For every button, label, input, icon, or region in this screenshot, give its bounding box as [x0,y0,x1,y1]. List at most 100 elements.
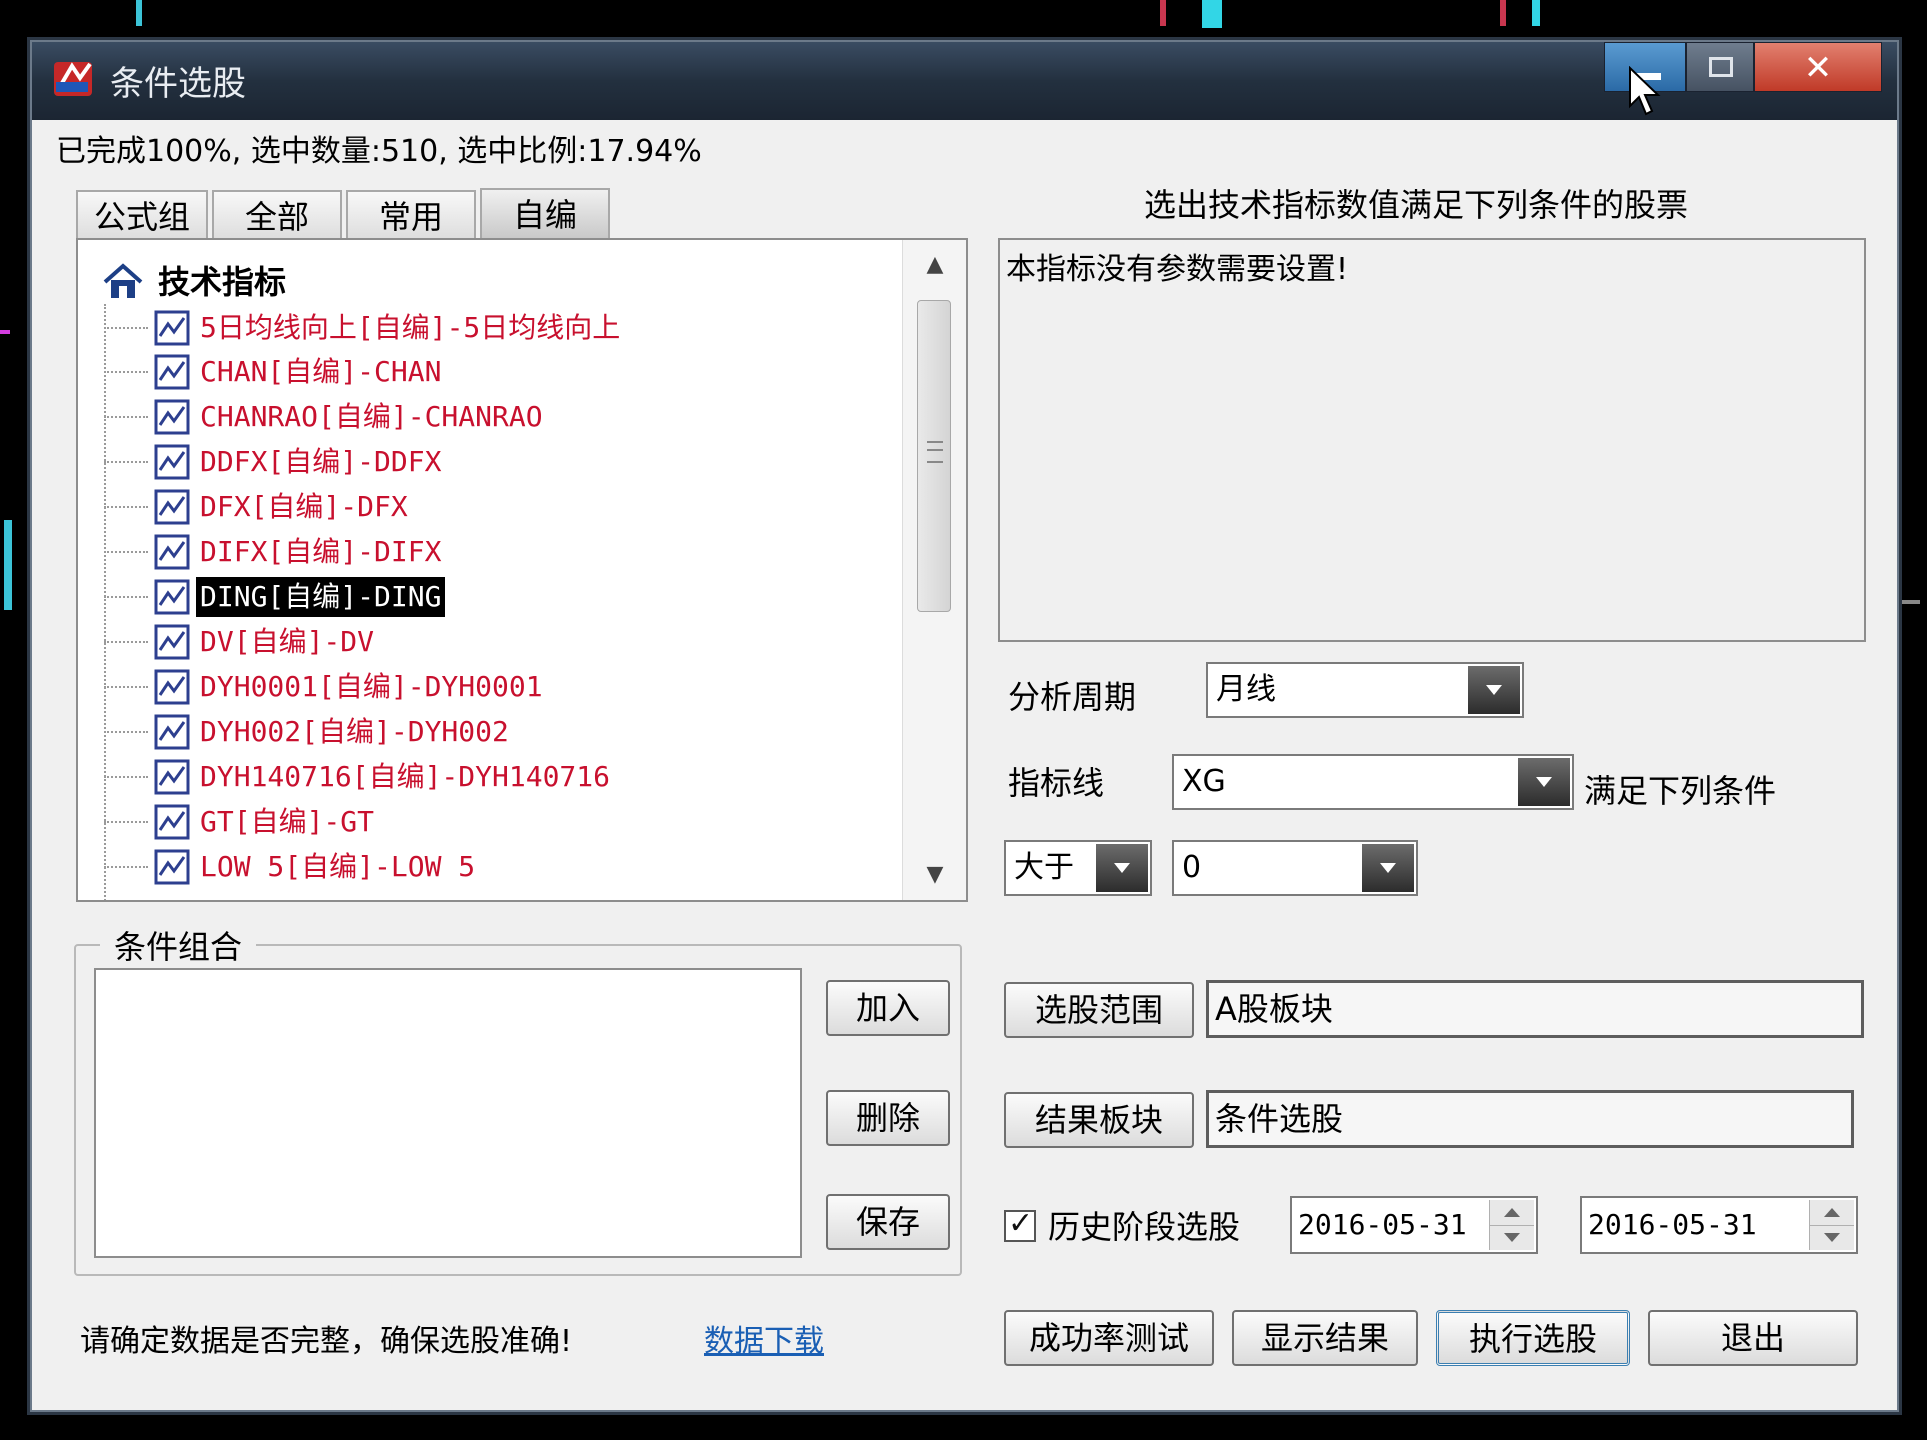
execute-selection-button[interactable]: 执行选股 [1436,1310,1630,1366]
criteria-caption: 选出技术指标数值满足下列条件的股票 [1144,186,1689,224]
bg-chart-strip-2 [1202,0,1222,28]
spin-up-icon[interactable] [1490,1200,1534,1226]
data-download-link[interactable]: 数据下载 [704,1316,824,1360]
indicator-chart-icon [154,489,190,525]
tree-item[interactable]: CHAN[自编]-CHAN [104,350,884,394]
exit-button[interactable]: 退出 [1648,1310,1858,1366]
success-rate-test-button[interactable]: 成功率测试 [1004,1310,1214,1366]
tree-item[interactable]: LOW 5[自编]-LOW 5 [104,845,884,889]
tree-item-label: LOW 5[自编]-LOW 5 [200,850,476,883]
save-condition-button[interactable]: 保存 [826,1194,950,1250]
maximize-button[interactable] [1686,42,1754,92]
title-bar[interactable]: 条件选股 ✕ [32,42,1897,120]
stock-range-field[interactable]: A股板块 [1206,980,1864,1038]
indicator-chart-icon [154,849,190,885]
result-block-field[interactable]: 条件选股 [1206,1090,1854,1148]
data-integrity-note: 请确定数据是否完整，确保选股准确! [80,1324,573,1359]
tree-item[interactable]: DIFX[自编]-DIFX [104,530,884,574]
indicator-chart-icon [154,624,190,660]
chevron-down-icon[interactable] [1096,844,1148,892]
tree-item-label: DDFX[自编]-DDFX [200,445,442,478]
date-to-picker[interactable]: 2016-05-31 [1580,1196,1858,1254]
parameter-area[interactable]: 本指标没有参数需要设置! [998,238,1866,642]
tree-root-label: 技术指标 [158,263,287,301]
history-selection-checkbox[interactable]: ✓ [1004,1206,1036,1242]
tree-item[interactable]: DYH002[自编]-DYH002 [104,710,884,754]
result-block-value: 条件选股 [1215,1100,1344,1138]
indicator-chart-icon [154,804,190,840]
indicator-chart-icon [154,444,190,480]
mouse-cursor-icon [1629,66,1661,116]
tree-item[interactable]: DDFX[自编]-DDFX [104,440,884,484]
tab-all[interactable]: 全部 [212,190,342,238]
tree-item[interactable]: DV[自编]-DV [104,620,884,664]
threshold-select[interactable]: 0 [1172,840,1418,896]
tree-item[interactable]: 5日均线向上[自编]-5日均线向上 [104,306,884,350]
checkmark-icon: ✓ [1008,1206,1034,1241]
delete-condition-button[interactable]: 删除 [826,1090,950,1146]
bg-chart-strip-3 [1160,0,1166,26]
tree-item[interactable]: DYH140716[自编]-DYH140716 [104,755,884,799]
tree-item[interactable]: DFX[自编]-DFX [104,485,884,529]
bg-chart-strip-8 [1900,600,1920,604]
operator-select[interactable]: 大于 [1004,840,1152,896]
tree-item[interactable]: CHANRAO[自编]-CHANRAO [104,395,884,439]
tree-item[interactable]: DYH0001[自编]-DYH0001 [104,665,884,709]
tab-custom[interactable]: 自编 [480,188,610,238]
operator-value: 大于 [1014,850,1074,885]
close-button[interactable]: ✕ [1754,42,1882,92]
scroll-up-arrow-icon[interactable]: ▲ [903,240,967,290]
progress-status-text: 已完成100%, 选中数量:510, 选中比例:17.94% [56,134,702,169]
scroll-down-arrow-icon[interactable]: ▼ [903,850,967,900]
maximize-icon [1709,57,1733,77]
indicator-chart-icon [154,759,190,795]
chevron-down-icon[interactable] [1518,758,1570,806]
tree-item-selected[interactable]: DING[自编]-DING [104,575,884,619]
period-label: 分析周期 [1008,678,1137,716]
chevron-down-icon[interactable] [1362,844,1414,892]
condition-group-title: 条件组合 [100,922,257,968]
tree-item-label: CHANRAO[自编]-CHANRAO [200,400,543,433]
tab-formula-group[interactable]: 公式组 [76,190,208,238]
bg-chart-strip-7 [4,520,12,610]
tree-item-label: CHAN[自编]-CHAN [200,355,442,388]
date-to-value: 2016-05-31 [1588,1208,1757,1241]
parameter-message: 本指标没有参数需要设置! [1006,252,1349,287]
bg-chart-strip-5 [1532,0,1540,26]
tree-item-label: 5日均线向上[自编]-5日均线向上 [200,311,621,344]
indicator-chart-icon [154,399,190,435]
condition-list[interactable] [94,968,802,1258]
period-select[interactable]: 月线 [1206,662,1524,718]
indicator-chart-icon [154,354,190,390]
tree-item[interactable]: GT[自编]-GT [104,800,884,844]
spin-up-icon[interactable] [1810,1200,1854,1226]
stock-range-button[interactable]: 选股范围 [1004,982,1194,1038]
tree-item-label: DYH0001[自编]-DYH0001 [200,670,543,703]
indicator-chart-icon [154,579,190,615]
spin-down-icon[interactable] [1810,1225,1854,1250]
indicator-line-value: XG [1182,764,1226,799]
show-results-button[interactable]: 显示结果 [1232,1310,1418,1366]
bg-chart-strip-6 [0,330,10,334]
chevron-down-icon[interactable] [1468,666,1520,714]
bg-chart-strip-4 [1500,0,1506,26]
add-condition-button[interactable]: 加入 [826,980,950,1036]
window-title: 条件选股 [110,64,246,104]
tab-common[interactable]: 常用 [346,190,476,238]
indicator-line-label: 指标线 [1008,764,1105,802]
tree-scrollbar[interactable]: ▲ ▼ [902,240,966,900]
tree-item-label: DIFX[自编]-DIFX [200,535,442,568]
bg-chart-strip-1 [136,0,142,26]
date-from-picker[interactable]: 2016-05-31 [1290,1196,1538,1254]
stock-range-value: A股板块 [1215,990,1333,1028]
indicator-tree[interactable]: 技术指标 5日均线向上[自编]-5日均线向上 CHAN[自编]-CHAN CHA… [76,238,968,902]
period-select-value: 月线 [1216,672,1276,707]
indicator-condition-suffix: 满足下列条件 [1584,772,1777,810]
scroll-thumb[interactable] [917,300,951,612]
result-block-button[interactable]: 结果板块 [1004,1092,1194,1148]
indicator-line-select[interactable]: XG [1172,754,1574,810]
tree-item-label: DYH140716[自编]-DYH140716 [200,760,611,793]
spin-down-icon[interactable] [1490,1225,1534,1250]
indicator-chart-icon [154,714,190,750]
tree-item-label: DING[自编]-DING [196,577,446,617]
